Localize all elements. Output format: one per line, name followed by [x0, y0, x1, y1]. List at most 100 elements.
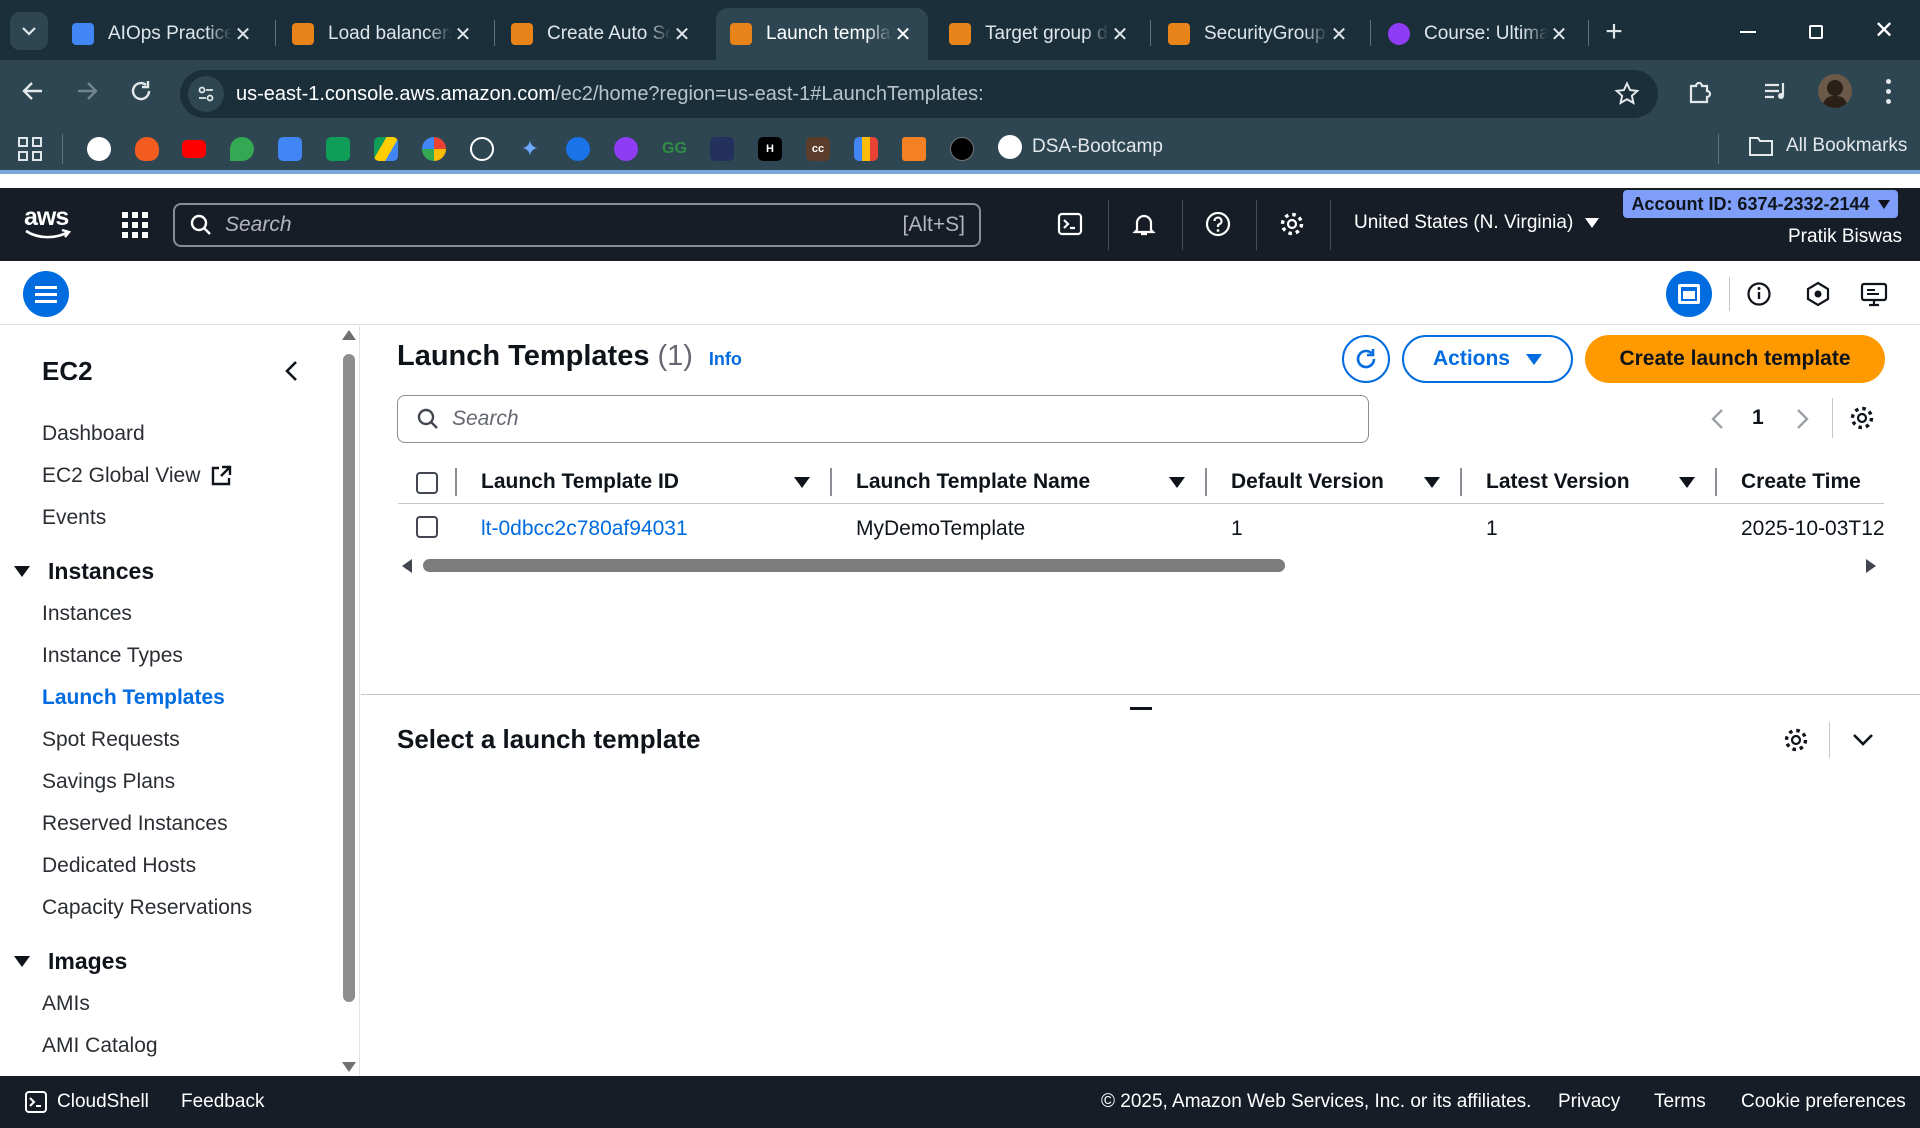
sidebar-item-amis[interactable]: AMIs [42, 992, 90, 1016]
gemini-sparkle-icon[interactable]: ✦ [518, 137, 542, 161]
close-icon[interactable]: ✕ [671, 23, 693, 46]
refresh-button[interactable] [1342, 335, 1390, 383]
maps-bookmark-icon[interactable] [230, 137, 254, 161]
dark-square-bookmark-icon[interactable] [710, 137, 734, 161]
cloudshell-icon[interactable] [1054, 208, 1086, 240]
close-icon[interactable]: ✕ [232, 23, 254, 46]
browser-tab[interactable]: Course: Ultimate ✕ [1374, 8, 1584, 60]
github-bookmark[interactable]: DSA-Bootcamp [998, 135, 1163, 159]
terms-link[interactable]: Terms [1654, 1091, 1706, 1113]
sidebar-item-dedicated-hosts[interactable]: Dedicated Hosts [42, 854, 196, 878]
address-bar[interactable]: us-east-1.console.aws.amazon.com/ec2/hom… [180, 70, 1658, 118]
flame-bookmark-icon[interactable] [135, 137, 159, 161]
back-arrow-icon[interactable] [18, 76, 48, 106]
bookmark-star-icon[interactable] [1614, 81, 1640, 107]
hamburger-menu-icon[interactable] [23, 271, 69, 317]
sidebar-item-ec2-global-view[interactable]: EC2 Global View [42, 464, 232, 488]
docs-bookmark-icon[interactable] [278, 137, 302, 161]
region-selector[interactable]: United States (N. Virginia) [1354, 212, 1600, 234]
previous-page-chevron-icon[interactable] [1708, 407, 1728, 431]
scroll-up-arrow-icon[interactable] [342, 330, 356, 340]
split-panel-settings-gear-icon[interactable] [1783, 727, 1809, 753]
tab-search-button[interactable] [10, 12, 48, 50]
scroll-right-arrow-icon[interactable] [1866, 559, 1876, 573]
close-icon[interactable]: ✕ [892, 23, 914, 46]
sidebar-item-spot-requests[interactable]: Spot Requests [42, 728, 180, 752]
scroll-down-arrow-icon[interactable] [342, 1062, 356, 1072]
browser-tab[interactable]: Load balancers ✕ [278, 8, 488, 60]
select-all-checkbox[interactable] [416, 472, 438, 494]
notifications-bell-icon[interactable] [1128, 208, 1160, 240]
table-preferences-gear-icon[interactable] [1849, 405, 1875, 431]
privacy-link[interactable]: Privacy [1558, 1091, 1620, 1113]
panel-layout-icon[interactable] [1666, 271, 1712, 317]
cloud-hexagon-icon[interactable] [1805, 281, 1831, 307]
close-icon[interactable]: ✕ [1548, 23, 1570, 46]
close-icon[interactable]: ✕ [1109, 23, 1131, 46]
forward-arrow-icon[interactable] [72, 76, 102, 106]
settings-gear-icon[interactable] [1276, 208, 1308, 240]
sidebar-item-dashboard[interactable]: Dashboard [42, 422, 145, 446]
close-icon[interactable]: ✕ [1328, 23, 1350, 46]
feedback-screen-icon[interactable] [1860, 281, 1888, 307]
horizontal-scrollbar-thumb[interactable] [423, 559, 1285, 572]
column-header-default-version[interactable]: Default Version [1231, 470, 1384, 494]
collapse-sidebar-chevron-icon[interactable] [282, 360, 302, 382]
sidebar-section-instances[interactable]: Instances [14, 558, 154, 585]
site-settings-icon[interactable] [188, 76, 224, 112]
collapse-panel-chevron-icon[interactable] [1851, 731, 1875, 749]
aws-logo[interactable]: aws [24, 205, 74, 244]
p-bookmark-icon[interactable] [87, 137, 111, 161]
sidebar-item-instances[interactable]: Instances [42, 602, 132, 626]
sidebar-section-images[interactable]: Images [14, 948, 127, 975]
column-header-launch-template-id[interactable]: Launch Template ID [481, 470, 679, 494]
info-circle-icon[interactable] [1746, 281, 1772, 307]
photos-bookmark-icon[interactable] [422, 137, 446, 161]
minimize-window-icon[interactable] [1732, 16, 1764, 48]
aws-search-box[interactable]: Search [Alt+S] [173, 203, 981, 247]
info-link[interactable]: Info [709, 349, 742, 370]
browser-tab[interactable]: SecurityGroups ✕ [1154, 8, 1364, 60]
browser-tab-active[interactable]: Launch templates ✕ [716, 8, 928, 60]
hackerrank-bookmark-icon[interactable]: H [758, 137, 782, 161]
sidebar-item-ami-catalog[interactable]: AMI Catalog [42, 1034, 158, 1058]
youtube-bookmark-icon[interactable] [182, 140, 206, 158]
column-header-create-time[interactable]: Create Time [1741, 470, 1861, 494]
column-header-latest-version[interactable]: Latest Version [1486, 470, 1630, 494]
close-icon[interactable]: ✕ [452, 23, 474, 46]
close-window-icon[interactable]: ✕ [1868, 14, 1900, 46]
udemy-bookmark-icon[interactable] [614, 137, 638, 161]
apps-grid-icon[interactable] [18, 137, 42, 161]
sidebar-item-instance-types[interactable]: Instance Types [42, 644, 183, 668]
launch-template-id-link[interactable]: lt-0dbcc2c780af94031 [481, 517, 688, 541]
feedback-link[interactable]: Feedback [181, 1091, 264, 1113]
services-grid-icon[interactable] [122, 212, 148, 238]
sort-caret-icon[interactable] [1424, 477, 1440, 488]
new-tab-plus-icon[interactable]: + [1598, 15, 1630, 48]
sidebar-title[interactable]: EC2 [42, 356, 93, 387]
all-bookmarks-button[interactable]: All Bookmarks [1748, 135, 1907, 157]
cookie-preferences-link[interactable]: Cookie preferences [1741, 1091, 1906, 1113]
sidebar-item-launch-templates[interactable]: Launch Templates [42, 686, 225, 710]
sidebar-item-events[interactable]: Events [42, 506, 106, 530]
cloudshell-button[interactable]: CloudShell [24, 1090, 149, 1114]
browser-tab[interactable]: Create Auto Scaling ✕ [497, 8, 707, 60]
c-bookmark-icon[interactable] [566, 137, 590, 161]
chatgpt-bookmark-icon[interactable] [470, 137, 494, 161]
profile-avatar[interactable] [1818, 74, 1852, 108]
browser-menu-kebab-icon[interactable] [1878, 76, 1898, 106]
chart-bookmark-icon[interactable] [854, 137, 878, 161]
current-page-number[interactable]: 1 [1752, 406, 1764, 430]
drive-bookmark-icon[interactable] [374, 137, 398, 161]
reload-icon[interactable] [126, 76, 156, 106]
sidebar-item-capacity-reservations[interactable]: Capacity Reservations [42, 896, 252, 920]
sheets-bookmark-icon[interactable] [326, 137, 350, 161]
sidebar-scrollbar-thumb[interactable] [343, 354, 355, 1002]
sort-caret-icon[interactable] [1679, 477, 1695, 488]
table-search-input[interactable]: Search [397, 395, 1369, 443]
sort-caret-icon[interactable] [1169, 477, 1185, 488]
gfg-bookmark-icon[interactable]: GG [662, 137, 687, 161]
help-icon[interactable] [1202, 208, 1234, 240]
cc-bookmark-icon[interactable]: cc [806, 137, 830, 161]
sidebar-item-reserved-instances[interactable]: Reserved Instances [42, 812, 228, 836]
